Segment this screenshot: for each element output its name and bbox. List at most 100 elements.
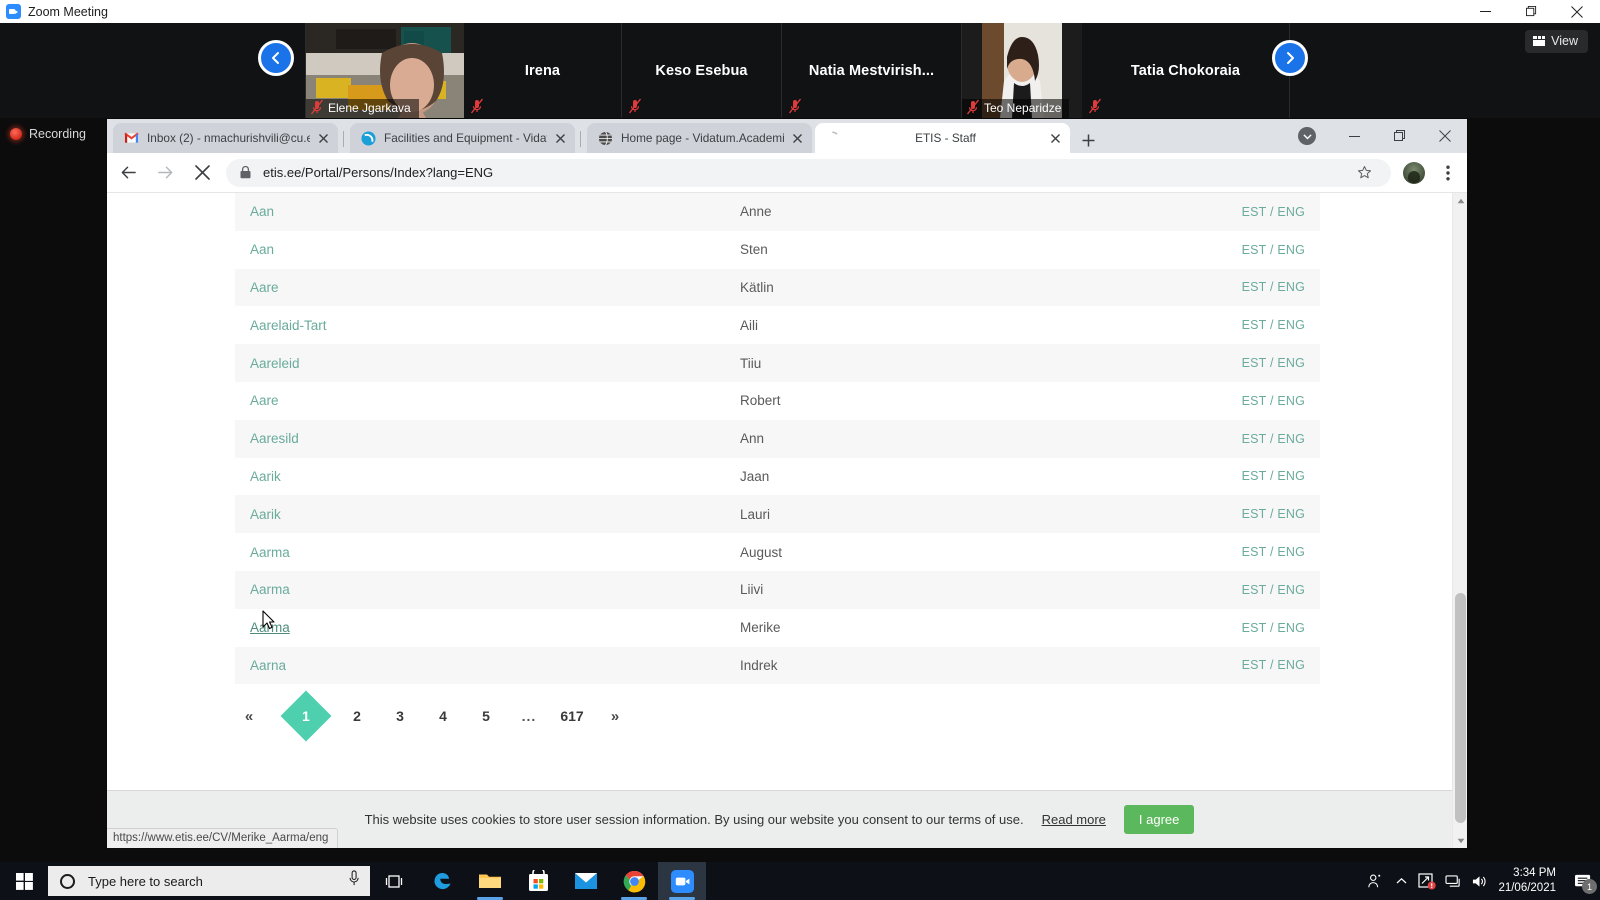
close-icon[interactable] — [1046, 129, 1064, 147]
address-bar[interactable]: etis.ee/Portal/Persons/Index?lang=ENG — [226, 158, 1391, 188]
table-row[interactable]: Aarma Liivi EST / ENG — [235, 570, 1320, 609]
browser-minimize-button[interactable] — [1332, 119, 1377, 153]
chrome-taskbar-button[interactable] — [610, 862, 658, 900]
language-links[interactable]: EST / ENG — [1170, 356, 1320, 370]
participant-prev-button[interactable] — [258, 40, 294, 76]
browser-close-button[interactable] — [1422, 119, 1467, 153]
table-row[interactable]: Aaresild Ann EST / ENG — [235, 419, 1320, 458]
browser-maximize-button[interactable] — [1377, 119, 1422, 153]
volume-icon[interactable] — [1466, 862, 1492, 900]
language-links[interactable]: EST / ENG — [1170, 318, 1320, 332]
person-last-name-link[interactable]: Aare — [235, 280, 740, 295]
view-layout-button[interactable]: View — [1525, 30, 1588, 53]
table-row[interactable]: Aarna Indrek EST / ENG — [235, 646, 1320, 685]
edge-taskbar-button[interactable] — [418, 862, 466, 900]
browser-tab-homepage[interactable]: Home page - Vidatum.Academic — [587, 123, 812, 153]
zoom-minimize-button[interactable] — [1462, 0, 1508, 23]
close-icon[interactable] — [788, 129, 806, 147]
table-row[interactable]: Aarik Lauri EST / ENG — [235, 495, 1320, 534]
language-links[interactable]: EST / ENG — [1170, 545, 1320, 559]
zoom-close-button[interactable] — [1554, 0, 1600, 23]
participant-tile-keso[interactable]: Keso Esebua — [622, 23, 782, 118]
taskbar-search-box[interactable]: Type here to search — [48, 866, 370, 896]
pagination-page-2[interactable]: 2 — [343, 702, 371, 730]
close-icon[interactable] — [551, 129, 569, 147]
participant-tile-video[interactable]: Teo Neparidze — [962, 23, 1082, 118]
browser-tab-facilities[interactable]: Facilities and Equipment - Vidatu — [350, 123, 575, 153]
pagination-page-3[interactable]: 3 — [386, 702, 414, 730]
person-last-name-link[interactable]: Aareleid — [235, 356, 740, 371]
person-last-name-link[interactable]: Aare — [235, 393, 740, 408]
cookie-agree-button[interactable]: I agree — [1123, 805, 1195, 834]
table-row[interactable]: Aarelaid-Tart Aili EST / ENG — [235, 306, 1320, 344]
forward-button[interactable] — [149, 157, 181, 189]
language-links[interactable]: EST / ENG — [1170, 507, 1320, 521]
pagination-page-4[interactable]: 4 — [429, 702, 457, 730]
language-links[interactable]: EST / ENG — [1170, 658, 1320, 672]
page-scrollbar[interactable] — [1452, 193, 1467, 848]
start-button[interactable] — [0, 862, 48, 900]
new-tab-button[interactable] — [1075, 127, 1101, 153]
task-view-button[interactable] — [370, 862, 418, 900]
person-last-name-link[interactable]: Aarna — [235, 658, 740, 673]
participant-tile-tatia[interactable]: Tatia Chokoraia — [1082, 23, 1290, 118]
table-row[interactable]: Aan Anne EST / ENG — [235, 193, 1320, 231]
microsoft-store-taskbar-button[interactable] — [514, 862, 562, 900]
stop-loading-button[interactable] — [186, 157, 218, 189]
language-links[interactable]: EST / ENG — [1170, 583, 1320, 597]
table-row[interactable]: Aare Kätlin EST / ENG — [235, 268, 1320, 307]
microphone-icon[interactable] — [348, 870, 360, 892]
scrollbar-thumb[interactable] — [1455, 593, 1466, 823]
person-last-name-link[interactable]: Aarik — [235, 469, 740, 484]
table-row[interactable]: Aareleid Tiiu EST / ENG — [235, 344, 1320, 382]
back-button[interactable] — [112, 157, 144, 189]
zoom-taskbar-button[interactable] — [658, 862, 706, 900]
pagination-prev[interactable]: « — [235, 702, 263, 730]
taskbar-clock[interactable]: 3:34 PM 21/06/2021 — [1492, 866, 1566, 896]
chrome-menu-button[interactable] — [1433, 158, 1463, 188]
participant-tile-video[interactable]: Elene Jgarkava — [306, 23, 464, 118]
person-last-name-link[interactable]: Aarik — [235, 507, 740, 522]
person-last-name-link[interactable]: Aan — [235, 204, 740, 219]
participant-tile-natia[interactable]: Natia Mestvirish... — [782, 23, 962, 118]
bookmark-star-button[interactable] — [1349, 158, 1379, 188]
table-row[interactable]: Aarma Merike EST / ENG — [235, 609, 1320, 647]
person-last-name-link[interactable]: Aaresild — [235, 431, 740, 446]
recording-indicator[interactable]: Recording — [10, 127, 86, 141]
table-row[interactable]: Aan Sten EST / ENG — [235, 231, 1320, 269]
participant-next-button[interactable] — [1272, 40, 1308, 76]
language-links[interactable]: EST / ENG — [1170, 621, 1320, 635]
file-explorer-taskbar-button[interactable] — [466, 862, 514, 900]
language-links[interactable]: EST / ENG — [1170, 243, 1320, 257]
person-last-name-link[interactable]: Aarma — [235, 620, 740, 635]
language-links[interactable]: EST / ENG — [1170, 394, 1320, 408]
scrollbar-down-arrow[interactable] — [1453, 833, 1467, 848]
pagination-page-active[interactable]: 1 — [280, 690, 332, 742]
close-icon[interactable] — [314, 129, 332, 147]
onedrive-alert-icon[interactable] — [1414, 862, 1440, 900]
person-last-name-link[interactable]: Aarelaid-Tart — [235, 318, 740, 333]
language-links[interactable]: EST / ENG — [1170, 469, 1320, 483]
pagination-next[interactable]: » — [601, 702, 629, 730]
people-icon[interactable] — [1362, 862, 1388, 900]
table-row[interactable]: Aare Robert EST / ENG — [235, 382, 1320, 420]
person-last-name-link[interactable]: Aarma — [235, 545, 740, 560]
browser-tab-inbox[interactable]: Inbox (2) - nmachurishvili@cu.ed — [113, 123, 338, 153]
chrome-update-icon[interactable] — [1298, 127, 1316, 145]
zoom-maximize-button[interactable] — [1508, 0, 1554, 23]
scrollbar-up-arrow[interactable] — [1453, 193, 1467, 208]
language-links[interactable]: EST / ENG — [1170, 205, 1320, 219]
language-links[interactable]: EST / ENG — [1170, 280, 1320, 294]
pagination-page-last[interactable]: 617 — [558, 702, 586, 730]
profile-avatar-button[interactable] — [1399, 158, 1429, 188]
person-last-name-link[interactable]: Aan — [235, 242, 740, 257]
participant-tile-irena[interactable]: Irena — [464, 23, 622, 118]
pagination-page-5[interactable]: 5 — [472, 702, 500, 730]
person-last-name-link[interactable]: Aarma — [235, 582, 740, 597]
table-row[interactable]: Aarma August EST / ENG — [235, 533, 1320, 571]
network-icon[interactable] — [1440, 862, 1466, 900]
browser-tab-etis-staff[interactable]: ETIS - Staff — [815, 123, 1070, 153]
language-links[interactable]: EST / ENG — [1170, 432, 1320, 446]
table-row[interactable]: Aarik Jaan EST / ENG — [235, 458, 1320, 496]
cookie-read-more-link[interactable]: Read more — [1042, 812, 1106, 827]
